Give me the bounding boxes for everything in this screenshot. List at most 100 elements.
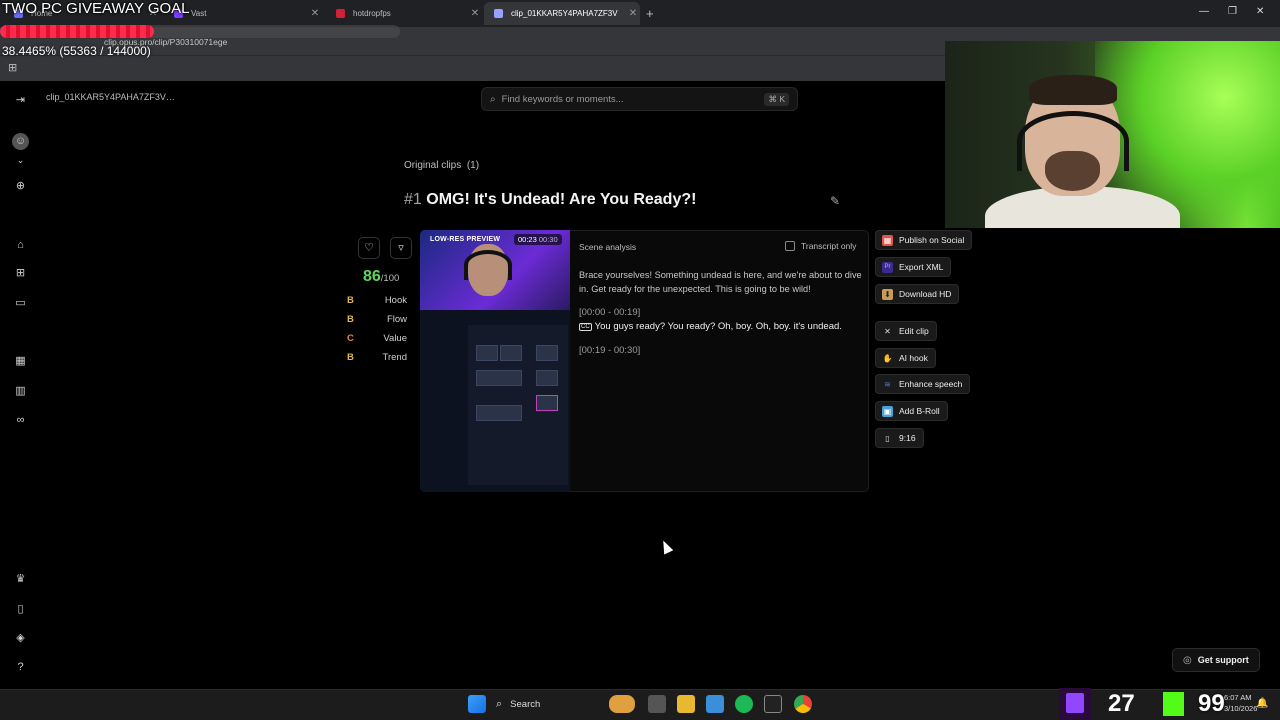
action-label: Edit clip (899, 326, 929, 336)
weapon-slot (536, 345, 558, 361)
clip-preview-video[interactable] (420, 230, 570, 492)
segment-time[interactable]: [00:19 - 00:30] (579, 345, 640, 356)
scissors-icon: ✕ (884, 326, 891, 336)
giveaway-progress-fill (0, 25, 154, 38)
time-total: 00:30 (538, 235, 558, 244)
close-icon[interactable]: ✕ (468, 8, 482, 19)
webcam-feed (945, 41, 1280, 228)
tab-clip[interactable]: clip_01KKAR5Y4PAHA7ZF3V ✕ (484, 2, 640, 25)
hand-icon: ✋ (882, 353, 893, 363)
action-label: 9:16 (899, 433, 916, 443)
transcript-only-toggle[interactable]: Transcript only (785, 241, 856, 251)
giveaway-progress-text: 38.4465% (55363 / 144000) (2, 44, 151, 58)
premiere-icon: Pr (882, 261, 893, 273)
close-icon[interactable]: ✕ (626, 8, 640, 19)
twitch-icon (1066, 693, 1084, 713)
get-support-button[interactable]: ◎ Get support (1172, 648, 1260, 672)
clip-number: #1 (404, 191, 422, 208)
support-icon: ◎ (1183, 654, 1192, 666)
segment-time[interactable]: [00:00 - 00:19] (579, 307, 640, 318)
book-icon[interactable]: ▯ (12, 601, 29, 618)
clock-date: 3/10/2026 (1224, 704, 1258, 713)
bookmarks-bar (0, 55, 946, 81)
maximize-button[interactable]: ❐ (1228, 6, 1237, 17)
grade-label-flow: Flow (386, 314, 407, 325)
phone-icon: ▯ (885, 433, 890, 443)
crown-icon[interactable]: ♛ (12, 571, 29, 588)
analytics-icon[interactable]: ▥ (12, 383, 29, 400)
home-icon[interactable]: ⌂ (12, 237, 29, 254)
weapon-slot (476, 345, 498, 361)
file-explorer-icon[interactable] (677, 695, 695, 713)
support-label: Get support (1197, 655, 1249, 665)
playback-time: 00:23 00:30 (514, 234, 562, 245)
mouse-cursor (658, 538, 674, 555)
link-icon[interactable]: ∞ (12, 412, 29, 429)
notification-icon[interactable]: 🔔 (1256, 698, 1268, 709)
close-window-button[interactable]: ✕ (1256, 6, 1264, 17)
calendar-icon[interactable]: ▦ (12, 353, 29, 370)
gift-icon[interactable]: ◈ (12, 630, 29, 647)
clip-summary: Brace yourselves! Something undead is he… (579, 270, 862, 294)
avatar[interactable]: ☺ (12, 133, 29, 150)
action-label: Add B-Roll (899, 406, 940, 416)
notepad-icon[interactable] (706, 695, 724, 713)
twitch-count: 27 (1108, 690, 1135, 717)
tab-label: clip_01KKAR5Y4PAHA7ZF3V (511, 9, 618, 18)
clock-time: 6:07 AM (1224, 693, 1252, 702)
tab-label: Vast (191, 9, 207, 18)
grade-label-hook: Hook (384, 295, 407, 306)
widget-icon[interactable] (609, 695, 635, 713)
chrome-icon[interactable] (794, 695, 812, 713)
download-hd-button[interactable]: ⬇ Download HD (875, 284, 960, 304)
opus-icon (494, 9, 503, 18)
spotify-icon[interactable] (735, 695, 753, 713)
publish-on-social-button[interactable]: ▦ Publish on Social (875, 230, 973, 250)
hudfx-icon[interactable] (764, 695, 782, 713)
task-view-icon[interactable] (648, 695, 666, 713)
calendar-icon: ▦ (882, 234, 893, 246)
close-icon[interactable]: ✕ (308, 8, 322, 19)
score-max: /100 (380, 273, 400, 284)
action-label: Download HD (899, 289, 952, 299)
checkbox[interactable] (785, 241, 795, 251)
clip-title-text: OMG! It's Undead! Are You Ready?! (426, 191, 697, 208)
windows-start-icon[interactable] (468, 695, 486, 713)
clip-title: #1 OMG! It's Undead! Are You Ready?! (404, 191, 696, 209)
edit-title-icon[interactable]: ✎ (830, 194, 840, 208)
apps-icon[interactable]: ⊞ (12, 265, 29, 282)
weapon-slot (536, 370, 558, 386)
add-user-icon[interactable]: ⊕ (12, 178, 29, 195)
search-bar[interactable]: ⌕ ⌘ K (481, 87, 798, 111)
kick-count: 99 (1198, 690, 1225, 717)
add-b-roll-button[interactable]: ▣ Add B-Roll (875, 401, 948, 421)
virality-score: 86/100 (363, 268, 399, 286)
edit-clip-button[interactable]: ✕ Edit clip (875, 321, 937, 341)
enhance-speech-button[interactable]: ≋ Enhance speech (875, 374, 971, 394)
webcam-hair (1029, 75, 1117, 105)
grade-label-value: Value (383, 333, 407, 344)
taskbar-search[interactable]: ⌕ Search (496, 694, 604, 714)
download-icon: ⬇ (882, 288, 893, 300)
clip-file-name: clip_01KKAR5Y4PAHA7ZF3V… (46, 92, 175, 102)
collapse-sidebar-icon[interactable]: ⇥ (12, 92, 29, 109)
tab-hotdropfps[interactable]: hotdropfps ✕ (326, 2, 482, 25)
aspect-ratio-button[interactable]: ▯ 9:16 (875, 428, 924, 448)
minimize-button[interactable]: — (1199, 6, 1209, 17)
action-label: Export XML (899, 262, 944, 272)
action-label: AI hook (899, 353, 928, 363)
help-icon[interactable]: ? (12, 659, 29, 676)
search-icon: ⌕ (496, 697, 503, 710)
chevron-down-icon[interactable]: ⌄ (12, 152, 29, 169)
export-xml-button[interactable]: Pr Export XML (875, 257, 952, 277)
apps-grid-icon[interactable]: ⊞ (8, 61, 17, 74)
like-button[interactable]: ♡ (358, 237, 380, 259)
search-input[interactable] (501, 93, 765, 105)
transcript-only-label: Transcript only (801, 241, 857, 251)
preview-game-ui (468, 325, 568, 485)
new-tab-button[interactable]: + (646, 6, 654, 21)
ai-hook-button[interactable]: ✋ AI hook (875, 348, 936, 368)
folder-icon[interactable]: ▭ (12, 295, 29, 312)
weapon-slot (500, 345, 522, 361)
dislike-button[interactable]: ▿ (390, 237, 412, 259)
